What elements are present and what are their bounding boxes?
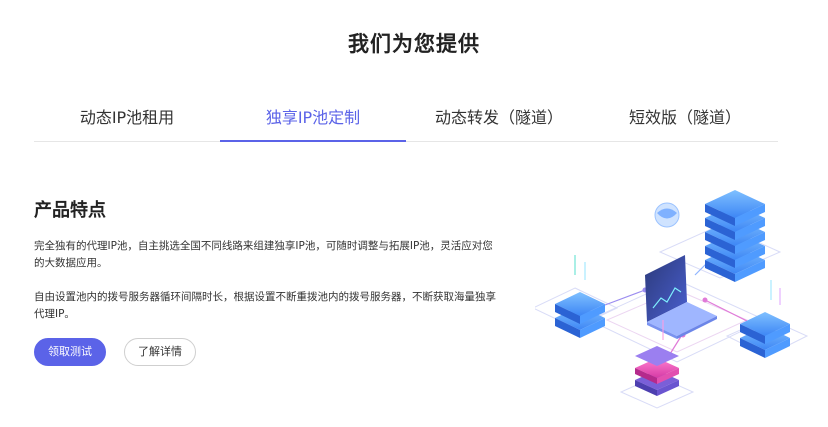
server-network-illustration [535,190,809,409]
globe-icon [654,202,680,228]
server-stack-bottom [635,346,679,396]
page-title: 我们为您提供 [348,32,480,56]
tab-dedicated-ip-pool[interactable]: 独享IP池定制 [220,96,406,142]
tab-dynamic-forwarding[interactable]: 动态转发（隧道） [406,96,592,141]
tab-dynamic-ip-pool[interactable]: 动态IP池租用 [34,96,220,141]
server-stack-right [740,312,790,358]
trial-button[interactable]: 领取测试 [34,338,106,366]
tab-short-term[interactable]: 短效版（隧道） [592,96,778,141]
feature-heading: 产品特点 [34,200,106,221]
feature-description-2: 自由设置池内的拨号服务器循环间隔时长，根据设置不断重拨池内的拨号服务器，不断获取… [34,291,496,320]
feature-description-1: 完全独有的代理IP池，自主挑选全国不同线路来组建独享IP池，可随时调整与拓展IP… [34,240,493,269]
server-stack-large [705,190,765,282]
tab-bar: 动态IP池租用 独享IP池定制 动态转发（隧道） 短效版（隧道） [34,96,778,142]
details-button[interactable]: 了解详情 [124,338,196,366]
